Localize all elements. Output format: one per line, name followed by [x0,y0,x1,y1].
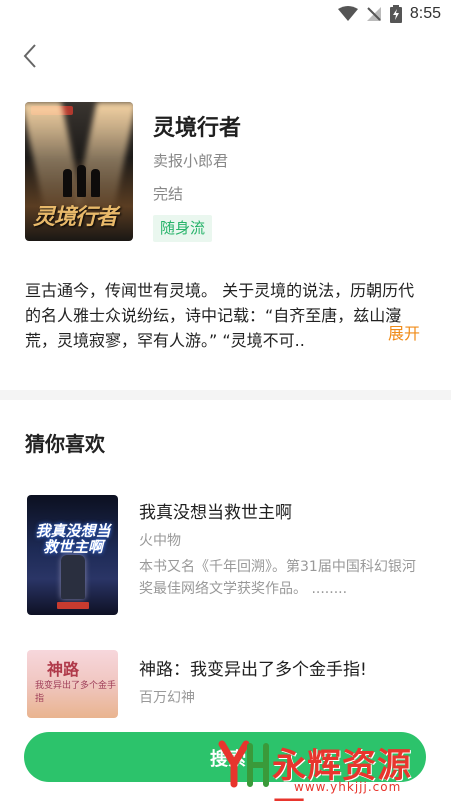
rec-book-cover[interactable]: 神路 我变异出了多个金手指 [27,650,118,718]
no-signal-icon [366,7,381,21]
back-button[interactable] [18,40,48,72]
book-author[interactable]: 卖报小郎君 [153,150,228,171]
expand-button[interactable]: 展开 [388,321,420,346]
cover-subtitle-art: 我变异出了多个金手指 [35,681,117,704]
section-divider [0,390,451,400]
cover-title-art: 神路 [47,660,80,679]
watermark-logo: 永辉资源网 www.yhkjjj.com [214,734,434,801]
rec-book-author: 百万幻神 [139,690,195,706]
status-bar: 8:55 [0,0,451,32]
book-title: 灵境行者 [153,116,242,141]
rec-book-author: 火中物 [139,533,181,549]
wifi-icon [337,6,358,21]
battery-charging-icon [389,5,402,23]
rec-book-cover[interactable]: 我真没想当救世主啊 [27,495,118,615]
cover-figure [77,165,86,197]
rec-book-title[interactable]: 我真没想当救世主啊 [139,498,292,523]
book-status: 完结 [153,185,184,203]
status-time: 8:55 [409,5,441,22]
cover-figure [91,169,100,197]
cover-figure [63,169,72,197]
cover-title-art: 灵境行者 [33,204,118,230]
watermark-url: www.yhkjjj.com [294,780,402,794]
cover-figure [61,555,85,599]
chevron-left-icon [23,44,36,68]
cover-title-art: 我真没想当救世主啊 [35,522,111,556]
recommend-section-title: 猜你喜欢 [25,432,105,456]
watermark-yh-icon [218,740,269,788]
book-description: 亘古通今，传闻世有灵境。 关于灵境的说法，历朝历代的名人雅士众说纷纭，诗中记载：… [25,281,415,350]
book-cover: 灵境行者 [25,102,133,241]
book-tag[interactable]: 随身流 [153,215,213,242]
cover-publisher-badge [57,602,89,609]
rec-book-title[interactable]: 神路：我变异出了多个金手指! [139,655,367,680]
rec-book-description: 本书又名《千年回溯》。第31届中国科幻银河奖最佳网络文学获奖作品。 ......… [139,559,416,597]
